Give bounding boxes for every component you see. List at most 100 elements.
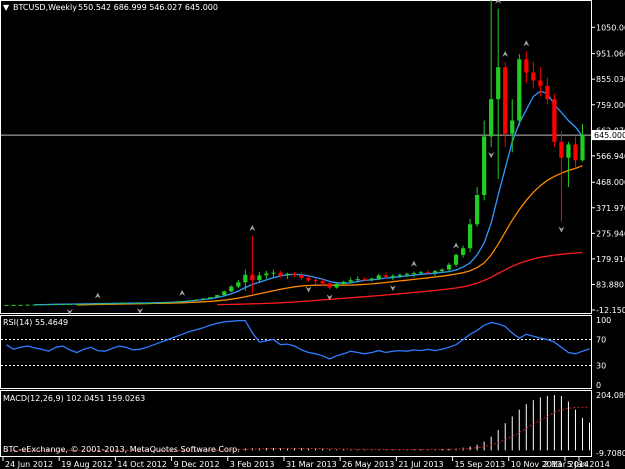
candle-body [243,274,248,283]
price-tick-label: 951.060 [596,50,625,59]
candle-body [18,304,23,306]
candle-body [81,303,86,305]
time-tick-label: 26 May 2013 [342,460,394,469]
fractal-down-arrow [389,285,396,292]
price-panel-frame [0,0,592,314]
candle-body [418,272,424,274]
candle-body [88,303,93,305]
price-tick-label: -12.150 [596,306,625,315]
candle-body [545,85,550,100]
candle-body [404,273,409,275]
candle-body [116,303,122,305]
candle-body [439,269,445,272]
candle-body [222,291,227,296]
candle-body [390,275,395,277]
candle-body [278,272,283,276]
candle-body [348,280,353,282]
time-tick-label: 31 Mar 2013 [286,460,337,469]
copyright-text: BTC-eExchange, © 2001-2013, MetaQuotes S… [3,445,240,454]
rsi-tick-label: 0 [596,381,601,390]
candle-body [74,303,79,305]
candle-body [11,304,16,306]
candle-body [109,303,114,305]
candle-body [46,304,51,306]
time-tick-label: 21 Jul 2013 [398,460,443,469]
candle-body [327,283,332,288]
rsi-panel-frame [0,315,592,389]
candle-body [292,273,297,275]
candle-body [299,274,304,279]
fractal-down-arrow [558,226,565,233]
candle-body [559,141,564,158]
candle-body [39,304,44,306]
candle-body [573,144,578,161]
fractal-up-arrow [410,260,417,267]
candle-body [264,273,269,276]
candle-body [194,299,199,301]
candle-body [102,303,107,305]
candle-body [460,248,466,255]
time-tick-label: 14 Oct 2012 [117,460,166,469]
candles [4,0,585,306]
candle-body [67,303,72,305]
candle-body [411,273,417,275]
macd-signal-path [6,406,590,451]
price-tick-label: 855.030 [596,75,625,84]
candle-body [60,304,65,306]
candle-body [496,67,501,100]
price-tick-label: 275.940 [596,229,625,238]
candle-body [425,272,431,274]
chart-canvas[interactable]: 1050.000951.060855.030759.000662.070566.… [0,0,625,469]
price-tick-label: 566.940 [596,152,625,161]
candle-body [53,304,58,306]
rsi-tick-label: 30 [596,362,606,371]
rsi-label: RSI(14) 55.4649 [3,318,68,327]
metatrader-chart-window[interactable]: 1050.000951.060855.030759.000662.070566.… [0,0,625,469]
price-tick-label: 1050.000 [596,23,625,32]
macd-signal-line [6,406,590,451]
candle-body [489,99,494,137]
candle-body [250,274,255,281]
candle-body [538,80,543,86]
candle-body [510,120,515,134]
price-axis: 1050.000951.060855.030759.000662.070566.… [591,23,625,458]
candle-body [201,298,206,300]
price-tick-label: 759.000 [596,101,625,110]
time-tick-label: 9 Dec 2012 [174,460,220,469]
candle-body [123,303,129,305]
candle-body [369,278,374,281]
candle-body [362,279,367,281]
candle-body [552,99,557,142]
candle-body [467,224,473,249]
candle-body [580,135,585,161]
candle-body [32,304,37,306]
candle-body [524,59,529,73]
candle-body [482,136,487,195]
candle-body [376,275,381,279]
candle-body [432,271,438,273]
candle-body [130,303,136,305]
rsi-tick-label: 70 [596,336,606,345]
candle-body [383,275,388,277]
price-tick-label: 179.910 [596,255,625,264]
candle-body [257,275,262,281]
rsi-tick-label: 100 [596,316,611,325]
fractal-up-arrow [523,40,530,47]
fractal-up-arrow [502,50,509,57]
candle-body [355,279,360,281]
candle-body [25,304,30,306]
chart-title: BTCUSD,Weekly [13,3,77,12]
candle-body [531,72,536,81]
time-tick-label: 2 Mar 2014 [543,460,589,469]
time-axis: 24 Jun 2012 19 Aug 2012 14 Oct 2012 9 Dec 2… [2,457,610,469]
symbol-dropdown-icon[interactable]: ▼ [3,3,10,12]
candle-body [165,302,171,304]
time-tick-label: 19 Aug 2012 [61,460,112,469]
candle-body [187,300,192,302]
fractal-up-arrow [249,224,256,231]
candle-body [334,283,339,288]
candle-body [208,297,213,299]
candle-body [4,304,9,306]
price-tick-label: 83.880 [596,280,624,289]
time-tick-label: 3 Feb 2013 [230,460,275,469]
